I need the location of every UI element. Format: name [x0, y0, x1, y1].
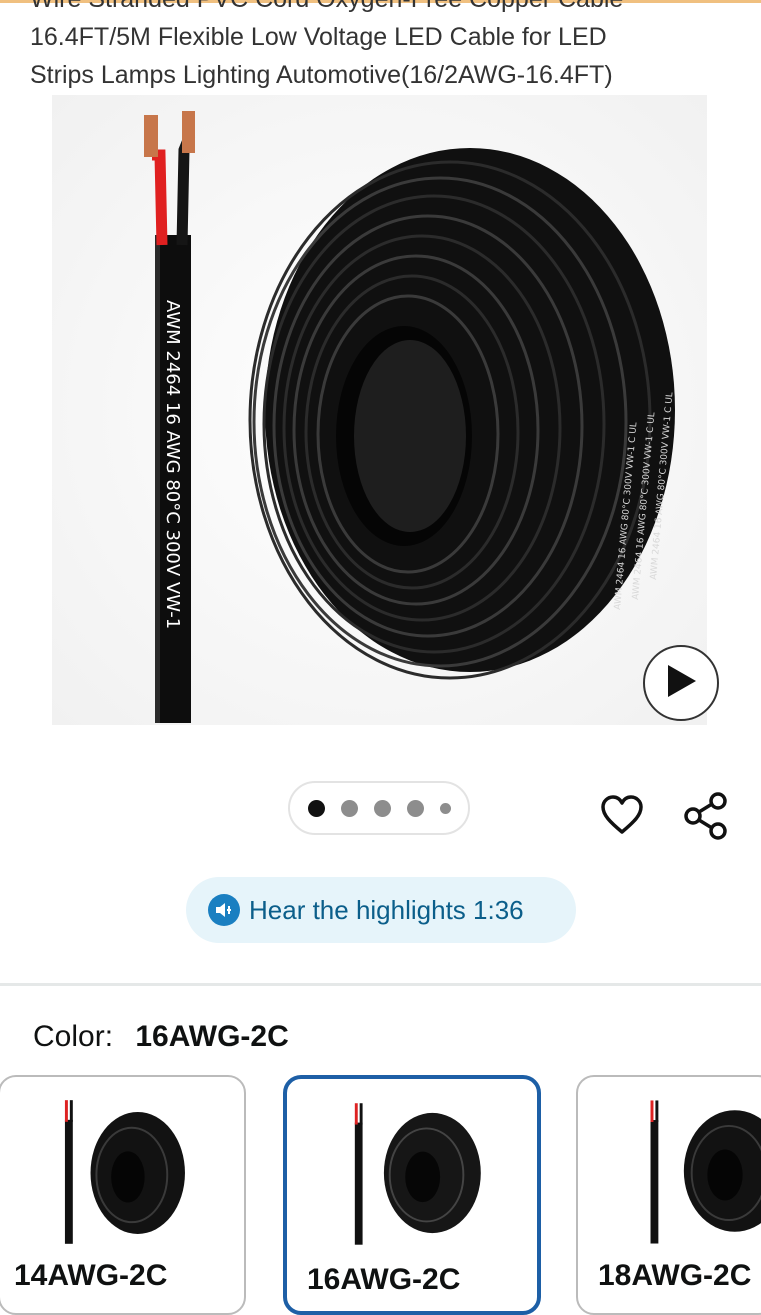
selected-color-value: 16AWG-2C [135, 1020, 289, 1053]
pager-dot[interactable] [439, 802, 451, 814]
hear-highlights-button[interactable]: Hear the highlights 1:36 [186, 877, 576, 943]
section-divider [0, 983, 761, 986]
share-icon [683, 791, 729, 845]
title-line: Strips Lamps Lighting Automotive(16/2AWG… [30, 61, 613, 89]
variation-option-label: 18AWG-2C [598, 1259, 752, 1292]
color-selection-header: Color: 16AWG-2C [33, 1017, 289, 1057]
pager-dot[interactable] [406, 799, 424, 817]
cable-print-text: AWM 2464 16 AWG 80°C 300V VW-1 [162, 300, 183, 629]
variation-option-label: 16AWG-2C [307, 1263, 461, 1296]
color-label: Color: [33, 1020, 114, 1053]
share-button[interactable] [681, 791, 731, 845]
title-line: Wire Stranded PVC Cord Oxygen-Free Coppe… [30, 0, 740, 18]
variation-thumbnail [650, 1100, 761, 1244]
variation-option-14awg[interactable]: 14AWG-2C [0, 1075, 246, 1315]
cable-coil-illustration: AWM 2464 16 AWG 80°C 300V VW-1 AWM 2464 … [52, 95, 707, 725]
hear-highlights-label: Hear the highlights 1:36 [249, 894, 524, 925]
favorite-button[interactable] [598, 793, 646, 841]
variation-option-18awg[interactable]: 18AWG-2C [576, 1075, 761, 1315]
title-line: 16.4FT/5M Flexible Low Voltage LED Cable… [30, 23, 607, 51]
product-main-image[interactable]: AWM 2464 16 AWG 80°C 300V VW-1 AWM 2464 … [0, 95, 761, 735]
play-video-button[interactable] [643, 645, 719, 721]
variation-option-label: 14AWG-2C [14, 1259, 168, 1292]
play-icon [664, 663, 698, 704]
speaker-icon [208, 894, 240, 926]
variation-thumbnail [354, 1103, 481, 1245]
variation-option-16awg[interactable]: 16AWG-2C [283, 1075, 541, 1315]
product-title: Wire Stranded PVC Cord Oxygen-Free Coppe… [30, 0, 740, 94]
variation-thumbnail [64, 1100, 185, 1244]
image-pager[interactable] [288, 781, 470, 835]
pager-dot[interactable] [340, 799, 358, 817]
pager-dot[interactable] [307, 799, 325, 817]
heart-icon [600, 794, 644, 840]
pager-dot[interactable] [373, 799, 391, 817]
